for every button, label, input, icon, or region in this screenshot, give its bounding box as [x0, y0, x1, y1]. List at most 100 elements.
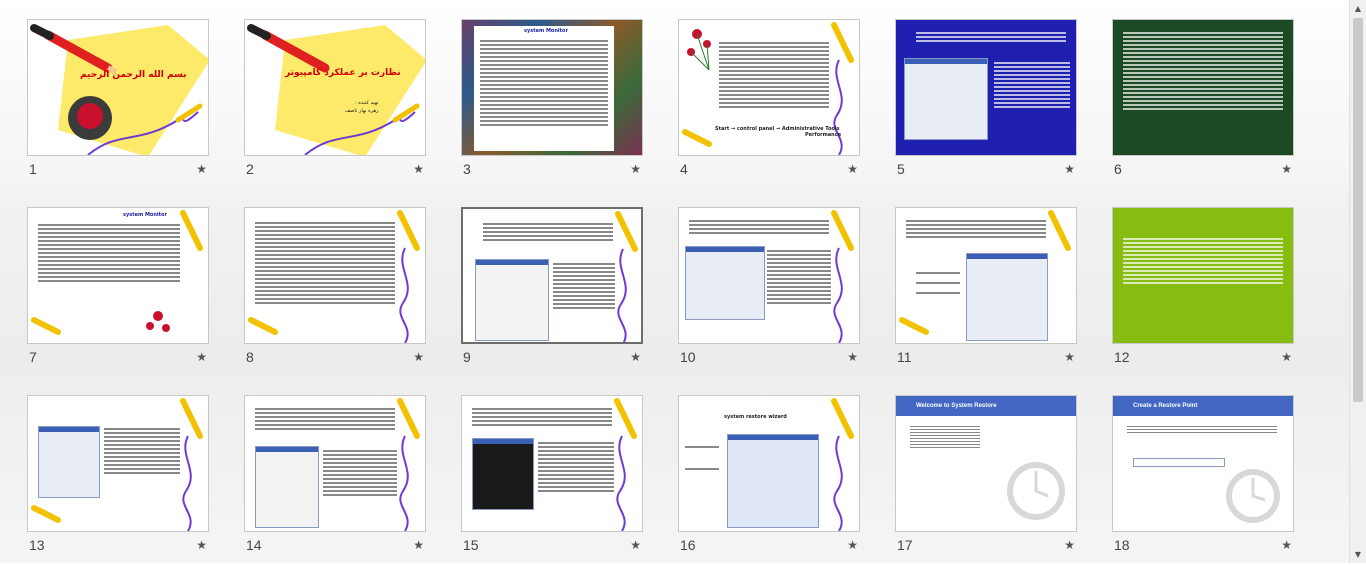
slide-body-text [553, 261, 615, 311]
slide-preview[interactable] [1112, 19, 1294, 156]
animation-star-icon[interactable]: ★ [847, 162, 858, 176]
slide-preview[interactable] [461, 207, 643, 344]
screenshot-image [255, 446, 319, 528]
slide-preview[interactable]: system restore wizard [678, 395, 860, 532]
slide-number: 15 [463, 537, 479, 553]
slide-body-text [906, 218, 1046, 240]
animation-star-icon[interactable]: ★ [196, 350, 207, 364]
slide-thumbnail-14[interactable]: 14 ★ [244, 395, 426, 565]
animation-star-icon[interactable]: ★ [1064, 350, 1075, 364]
slide-thumbnail-3[interactable]: system Monitor 3 ★ [461, 19, 643, 189]
slide-body-text [38, 222, 180, 284]
slide-number: 10 [680, 349, 696, 365]
slide-thumbnail-10[interactable]: 10 ★ [678, 207, 860, 377]
slide-number: 4 [680, 161, 688, 177]
slide-text-area: system Monitor [474, 26, 614, 151]
slide-number: 18 [1114, 537, 1130, 553]
screenshot-image [38, 426, 100, 498]
slide-number: 12 [1114, 349, 1130, 365]
slide-thumbnail-7[interactable]: system Monitor 7 ★ [27, 207, 209, 377]
slide-preview[interactable] [678, 207, 860, 344]
slide-thumbnail-5[interactable]: 5 ★ [895, 19, 1077, 189]
slide-preview[interactable]: نظارت بر عملکرد کامپیوتر تهیه کننده : زه… [244, 19, 426, 156]
vertical-scrollbar[interactable]: ▲ ▼ [1349, 0, 1366, 563]
slide-number: 9 [463, 349, 471, 365]
slide-preview[interactable]: Welcome to System Restore [895, 395, 1077, 532]
animation-star-icon[interactable]: ★ [196, 162, 207, 176]
slide-number: 2 [246, 161, 254, 177]
slide-callouts [685, 444, 719, 472]
slide-number: 13 [29, 537, 45, 553]
slide-preview[interactable]: Create a Restore Point [1112, 395, 1294, 532]
slide-body-text [538, 440, 614, 494]
animation-star-icon[interactable]: ★ [630, 350, 641, 364]
scroll-thumb[interactable] [1353, 18, 1363, 402]
slide-thumbnail-16[interactable]: system restore wizard 16 ★ [678, 395, 860, 565]
slide-heading: system Monitor [123, 212, 167, 218]
slide-body-text [104, 426, 180, 476]
animation-star-icon[interactable]: ★ [1064, 538, 1075, 552]
animation-star-icon[interactable]: ★ [1281, 162, 1292, 176]
animation-star-icon[interactable]: ★ [630, 162, 641, 176]
scroll-up-icon[interactable]: ▲ [1350, 0, 1366, 17]
slide-thumbnail-15[interactable]: 15 ★ [461, 395, 643, 565]
animation-star-icon[interactable]: ★ [847, 538, 858, 552]
slide-thumbnail-13[interactable]: 13 ★ [27, 395, 209, 565]
slide-body-text [1123, 30, 1283, 112]
slide-number: 5 [897, 161, 905, 177]
scroll-down-icon[interactable]: ▼ [1350, 546, 1366, 563]
animation-star-icon[interactable]: ★ [1281, 350, 1292, 364]
animation-star-icon[interactable]: ★ [196, 538, 207, 552]
slide-number: 6 [1114, 161, 1122, 177]
animation-star-icon[interactable]: ★ [413, 162, 424, 176]
slide-body-text [719, 40, 829, 110]
animation-star-icon[interactable]: ★ [413, 538, 424, 552]
slide-thumbnail-11[interactable]: 11 ★ [895, 207, 1077, 377]
slide-artwork [30, 24, 208, 155]
slide-heading: system restore wizard [724, 414, 787, 420]
slide-number: 8 [246, 349, 254, 365]
slide-thumbnail-2[interactable]: نظارت بر عملکرد کامپیوتر تهیه کننده : زه… [244, 19, 426, 189]
slide-body-text [255, 220, 395, 306]
slide-preview[interactable]: system Monitor [27, 207, 209, 344]
slide-preview[interactable] [27, 395, 209, 532]
slide-thumbnail-6[interactable]: 6 ★ [1112, 19, 1294, 189]
slide-preview[interactable] [895, 19, 1077, 156]
slide-title: بسم الله الرحمن الرحيم [80, 70, 187, 80]
screenshot-image [475, 259, 549, 341]
animation-star-icon[interactable]: ★ [1281, 538, 1292, 552]
screenshot-image [472, 438, 534, 510]
slide-number: 1 [29, 161, 37, 177]
slide-body-text [689, 218, 829, 236]
slide-body-text [767, 248, 831, 306]
slide-body-text [483, 221, 613, 243]
slide-thumbnail-1[interactable]: بسم الله الرحمن الرحيم 1 ★ [27, 19, 209, 189]
slide-thumbnail-4[interactable]: Start → control panel → Administrative T… [678, 19, 860, 189]
slide-preview[interactable] [244, 395, 426, 532]
animation-star-icon[interactable]: ★ [413, 350, 424, 364]
screenshot-image [904, 58, 988, 140]
slide-preview[interactable] [461, 395, 643, 532]
slide-preview[interactable] [895, 207, 1077, 344]
slide-callouts [916, 270, 960, 296]
slide-number: 11 [897, 349, 912, 365]
slide-preview[interactable]: Start → control panel → Administrative T… [678, 19, 860, 156]
slide-body-text [916, 30, 1066, 44]
slide-thumbnail-12[interactable]: 12 ★ [1112, 207, 1294, 377]
animation-star-icon[interactable]: ★ [630, 538, 641, 552]
slide-thumbnail-9[interactable]: 9 ★ [461, 207, 643, 377]
slide-artwork [247, 24, 425, 155]
slide-subtitle: زهره بهار ناصف [345, 108, 379, 114]
slide-preview[interactable] [244, 207, 426, 344]
slide-preview[interactable] [1112, 207, 1294, 344]
animation-star-icon[interactable]: ★ [847, 350, 858, 364]
slide-thumbnail-8[interactable]: 8 ★ [244, 207, 426, 377]
slide-thumbnail-17[interactable]: Welcome to System Restore 17 ★ [895, 395, 1077, 565]
slide-preview[interactable]: بسم الله الرحمن الرحيم [27, 19, 209, 156]
slide-body-text [1123, 236, 1283, 286]
slide-preview[interactable]: system Monitor [461, 19, 643, 156]
slide-body-text [255, 406, 395, 432]
animation-star-icon[interactable]: ★ [1064, 162, 1075, 176]
screenshot-image [727, 434, 819, 528]
slide-thumbnail-18[interactable]: Create a Restore Point 18 ★ [1112, 395, 1294, 565]
